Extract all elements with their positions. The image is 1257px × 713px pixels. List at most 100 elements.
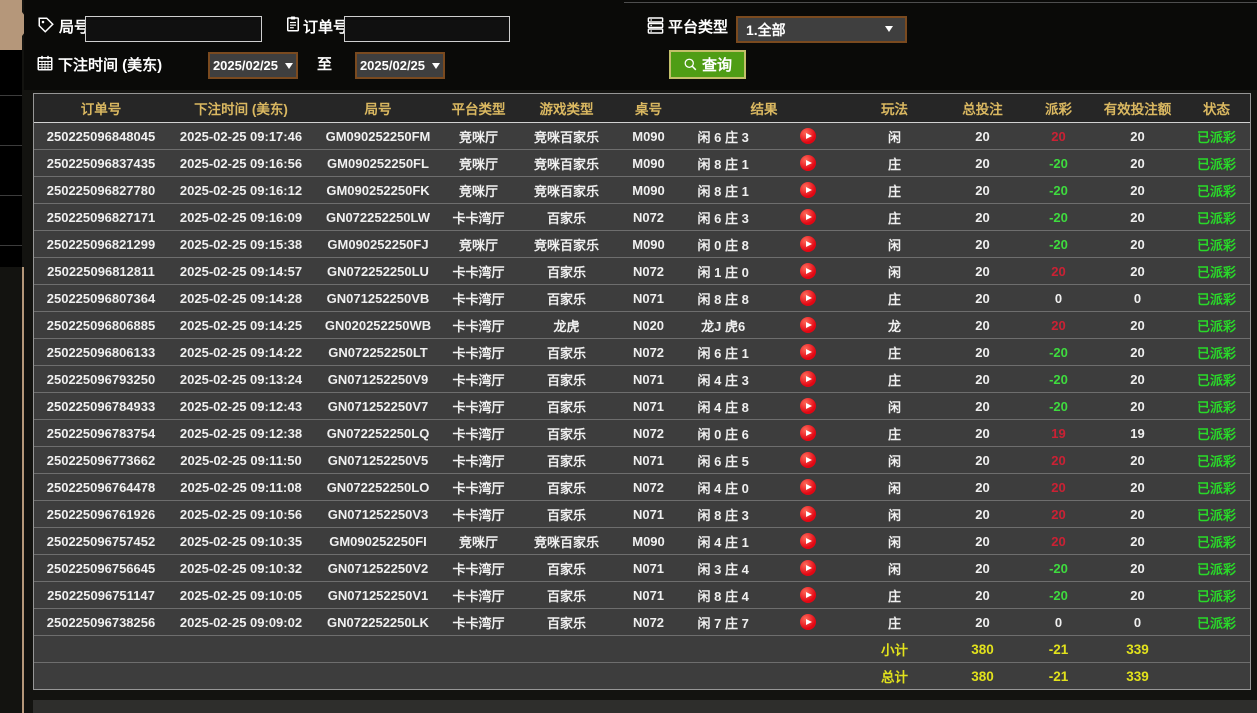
result-text: 闲 8 庄 4 — [697, 588, 749, 604]
table-row[interactable]: 250225096821299 2025-02-25 09:15:38 GM0902… — [34, 230, 1250, 258]
cell-payout: 20 — [1025, 446, 1092, 474]
cell-table-no: N072 — [618, 257, 679, 285]
cell-empty — [168, 635, 314, 663]
cell-bet-type: 闲 — [849, 446, 940, 474]
play-icon[interactable] — [800, 290, 817, 306]
chevron-down-icon — [285, 62, 294, 69]
sidebar-item[interactable] — [0, 146, 22, 196]
cell-round-no: GM090252250FL — [314, 149, 442, 177]
play-icon[interactable] — [800, 533, 817, 549]
cell-result: 闲 8 庄 1 — [679, 176, 849, 204]
cell-bet-time: 2025-02-25 09:12:43 — [168, 392, 314, 420]
table-row[interactable]: 250225096827780 2025-02-25 09:16:12 GM0902… — [34, 176, 1250, 204]
cell-valid-bet: 20 — [1092, 176, 1183, 204]
cell-game-type: 百家乐 — [515, 338, 618, 366]
table-row[interactable]: 250225096784933 2025-02-25 09:12:43 GN0712… — [34, 392, 1250, 420]
play-icon[interactable] — [800, 560, 817, 576]
table-row[interactable]: 250225096761926 2025-02-25 09:10:56 GN0712… — [34, 500, 1250, 528]
play-icon[interactable] — [800, 263, 817, 279]
cell-empty — [515, 635, 618, 663]
result-text: 龙J 虎6 — [701, 318, 746, 334]
cell-valid-bet: 20 — [1092, 446, 1183, 474]
table-row[interactable]: 250225096751147 2025-02-25 09:10:05 GN0712… — [34, 581, 1250, 609]
play-icon[interactable] — [800, 128, 817, 144]
sidebar-item[interactable] — [0, 96, 22, 146]
cell-game-type: 百家乐 — [515, 446, 618, 474]
cell-round-no: GN071252250V1 — [314, 581, 442, 609]
play-icon[interactable] — [800, 344, 817, 360]
table-row[interactable]: 250225096837435 2025-02-25 09:16:56 GM0902… — [34, 149, 1250, 177]
query-button[interactable]: 查询 — [669, 50, 746, 79]
play-icon[interactable] — [800, 398, 817, 414]
cell-platform: 竞咪厅 — [442, 527, 515, 555]
cell-table-no: N071 — [618, 365, 679, 393]
sidebar-active-tab[interactable] — [0, 0, 31, 50]
table-row[interactable]: 250225096807364 2025-02-25 09:14:28 GN0712… — [34, 284, 1250, 312]
cell-table-no: M090 — [618, 230, 679, 258]
cell-result: 闲 1 庄 0 — [679, 257, 849, 285]
cell-total-bet: 20 — [940, 473, 1025, 501]
play-icon[interactable] — [800, 182, 817, 198]
play-icon[interactable] — [800, 209, 817, 225]
query-button-label: 查询 — [701, 57, 732, 74]
result-text: 闲 4 庄 8 — [697, 399, 749, 415]
play-icon[interactable] — [800, 236, 817, 252]
cell-status: 已派彩 — [1196, 129, 1236, 145]
sidebar-item[interactable] — [0, 246, 22, 268]
cell-result: 闲 4 庄 3 — [679, 365, 849, 393]
cell-round-no: GN072252250LT — [314, 338, 442, 366]
col-valid-bet: 有效投注额 — [1092, 94, 1183, 123]
table-row[interactable]: 250225096806885 2025-02-25 09:14:25 GN0202… — [34, 311, 1250, 339]
table-row[interactable]: 250225096848045 2025-02-25 09:17:46 GM0902… — [34, 123, 1250, 150]
play-icon[interactable] — [800, 371, 817, 387]
cell-result: 龙J 虎6 — [679, 311, 849, 339]
sidebar-item[interactable] — [0, 50, 22, 96]
play-icon[interactable] — [800, 506, 817, 522]
sidebar-menu — [0, 50, 22, 267]
date-to-select[interactable]: 2025/02/25 — [355, 52, 445, 79]
cell-status: 已派彩 — [1183, 554, 1250, 582]
play-icon[interactable] — [800, 452, 817, 468]
play-icon[interactable] — [800, 587, 817, 603]
table-row[interactable]: 250225096783754 2025-02-25 09:12:38 GN0722… — [34, 419, 1250, 447]
table-row[interactable]: 250225096806133 2025-02-25 09:14:22 GN0722… — [34, 338, 1250, 366]
table-row[interactable]: 250225096756645 2025-02-25 09:10:32 GN0712… — [34, 554, 1250, 582]
cell-bet-type: 闲 — [849, 554, 940, 582]
cell-empty — [314, 662, 442, 689]
table-row[interactable]: 250225096793250 2025-02-25 09:13:24 GN0712… — [34, 365, 1250, 393]
cell-order-no: 250225096793250 — [34, 365, 168, 393]
table-row[interactable]: 250225096757452 2025-02-25 09:10:35 GM0902… — [34, 527, 1250, 555]
cell-bet-type: 庄 — [849, 176, 940, 204]
cell-order-no: 250225096738256 — [34, 608, 168, 636]
cell-payout: 0 — [1025, 284, 1092, 312]
cell-platform: 卡卡湾厅 — [442, 365, 515, 393]
date-from-select[interactable]: 2025/02/25 — [208, 52, 298, 79]
cell-round-no: GM090252250FI — [314, 527, 442, 555]
date-from-value: 2025/02/25 — [212, 58, 279, 73]
subtotal-row: 小计 380 -21 339 — [34, 635, 1250, 663]
cell-game-type: 百家乐 — [515, 554, 618, 582]
platform-type-select[interactable]: 1.全部 — [736, 16, 907, 43]
cell-valid-bet: 20 — [1092, 257, 1183, 285]
play-icon[interactable] — [800, 317, 817, 333]
cell-table-no: N071 — [618, 554, 679, 582]
round-no-input[interactable] — [85, 16, 262, 42]
order-no-input[interactable] — [344, 16, 510, 42]
sidebar-item[interactable] — [0, 196, 22, 246]
table-row[interactable]: 250225096827171 2025-02-25 09:16:09 GN0722… — [34, 203, 1250, 231]
cell-order-no: 250225096807364 — [34, 284, 168, 312]
table-row[interactable]: 250225096738256 2025-02-25 09:09:02 GN0722… — [34, 608, 1250, 636]
table-row[interactable]: 250225096773662 2025-02-25 09:11:50 GN0712… — [34, 446, 1250, 474]
play-icon[interactable] — [800, 614, 817, 630]
play-icon[interactable] — [800, 155, 817, 171]
cell-table-no: N072 — [618, 338, 679, 366]
payout-sum: -21 — [1025, 635, 1092, 663]
cell-bet-type: 闲 — [887, 129, 901, 145]
cell-status: 已派彩 — [1183, 284, 1250, 312]
table-row[interactable]: 250225096764478 2025-02-25 09:11:08 GN0722… — [34, 473, 1250, 501]
cell-total-bet: 20 — [940, 338, 1025, 366]
cell-result: 闲 7 庄 7 — [679, 608, 849, 636]
table-row[interactable]: 250225096812811 2025-02-25 09:14:57 GN0722… — [34, 257, 1250, 285]
play-icon[interactable] — [800, 479, 817, 495]
play-icon[interactable] — [800, 425, 817, 441]
